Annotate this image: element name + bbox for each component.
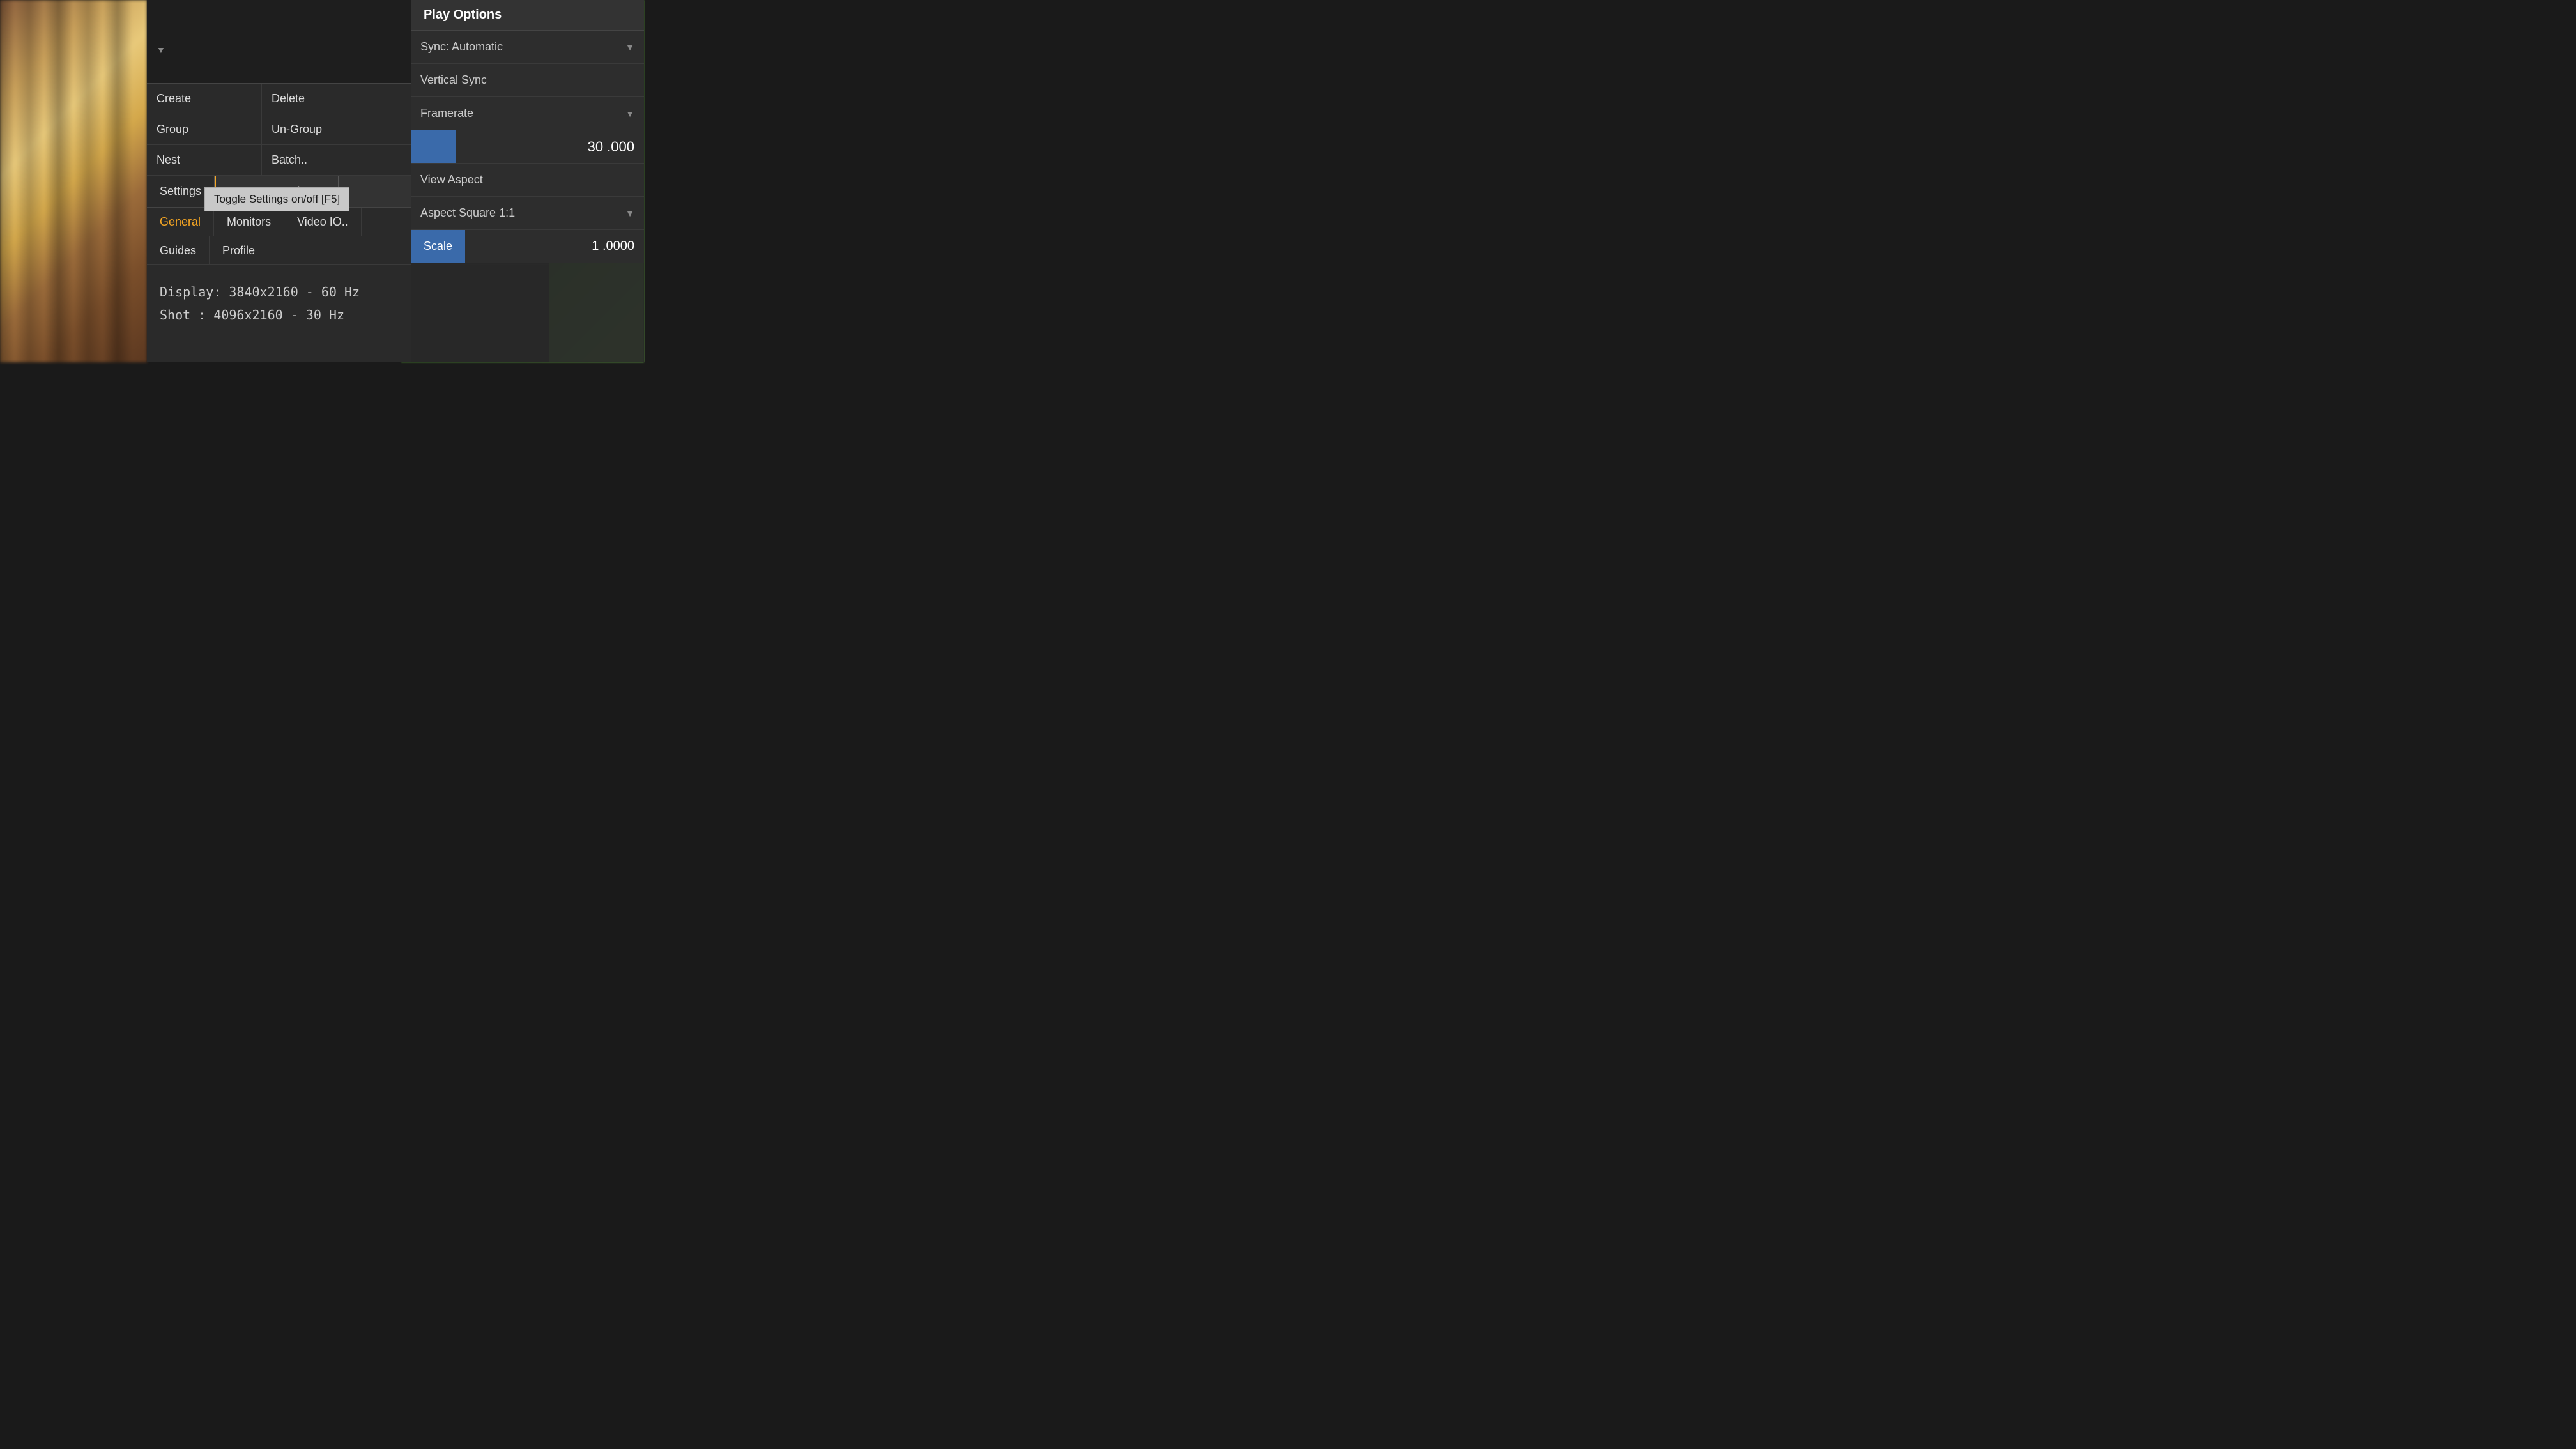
tab-trays[interactable]: Trays [216,176,270,207]
framerate-value-row[interactable]: 30 .000 [411,130,644,164]
framerate-dropdown-icon: ▼ [625,109,634,119]
sub-tab-profile[interactable]: Profile [210,236,268,264]
view-aspect-label: View Aspect [420,173,634,187]
framerate-value: 30 .000 [456,139,644,155]
aspect-dropdown-icon: ▼ [625,208,634,218]
scale-row[interactable]: Scale 1 .0000 [411,230,644,263]
vertical-sync-label: Vertical Sync [420,73,634,87]
sub-tab-monitors[interactable]: Monitors [214,208,284,236]
sub-tab-guides[interactable]: Guides [147,236,210,264]
framerate-label-row[interactable]: Framerate ▼ [411,97,644,130]
aspect-square-label: Aspect Square 1:1 [420,206,620,220]
sync-label: Sync: Automatic [420,40,620,54]
aspect-square-row[interactable]: Aspect Square 1:1 ▼ [411,197,644,230]
tab-animate[interactable]: Animate [270,176,339,207]
framerate-slider[interactable] [411,130,456,163]
view-aspect-row[interactable]: View Aspect [411,164,644,197]
right-panel: Play Options Sync: Automatic ▼ Vertical … [411,0,644,362]
group-button[interactable]: Group [147,114,262,144]
tab-settings[interactable]: Settings [147,176,215,207]
vertical-sync-row[interactable]: Vertical Sync [411,64,644,97]
play-options-header: Play Options [411,0,644,31]
dropdown-arrow-icon: ▼ [157,45,165,55]
sync-row[interactable]: Sync: Automatic ▼ [411,31,644,64]
sync-dropdown-icon: ▼ [625,42,634,52]
scale-value: 1 .0000 [465,239,644,254]
sub-tab-video-io[interactable]: Video IO.. [284,208,362,236]
left-background-photo [0,0,147,362]
nest-button[interactable]: Nest [147,145,262,175]
sub-tab-general[interactable]: General [147,208,214,236]
scale-label[interactable]: Scale [411,230,465,263]
framerate-label: Framerate [420,107,620,120]
create-button[interactable]: Create [147,84,262,114]
